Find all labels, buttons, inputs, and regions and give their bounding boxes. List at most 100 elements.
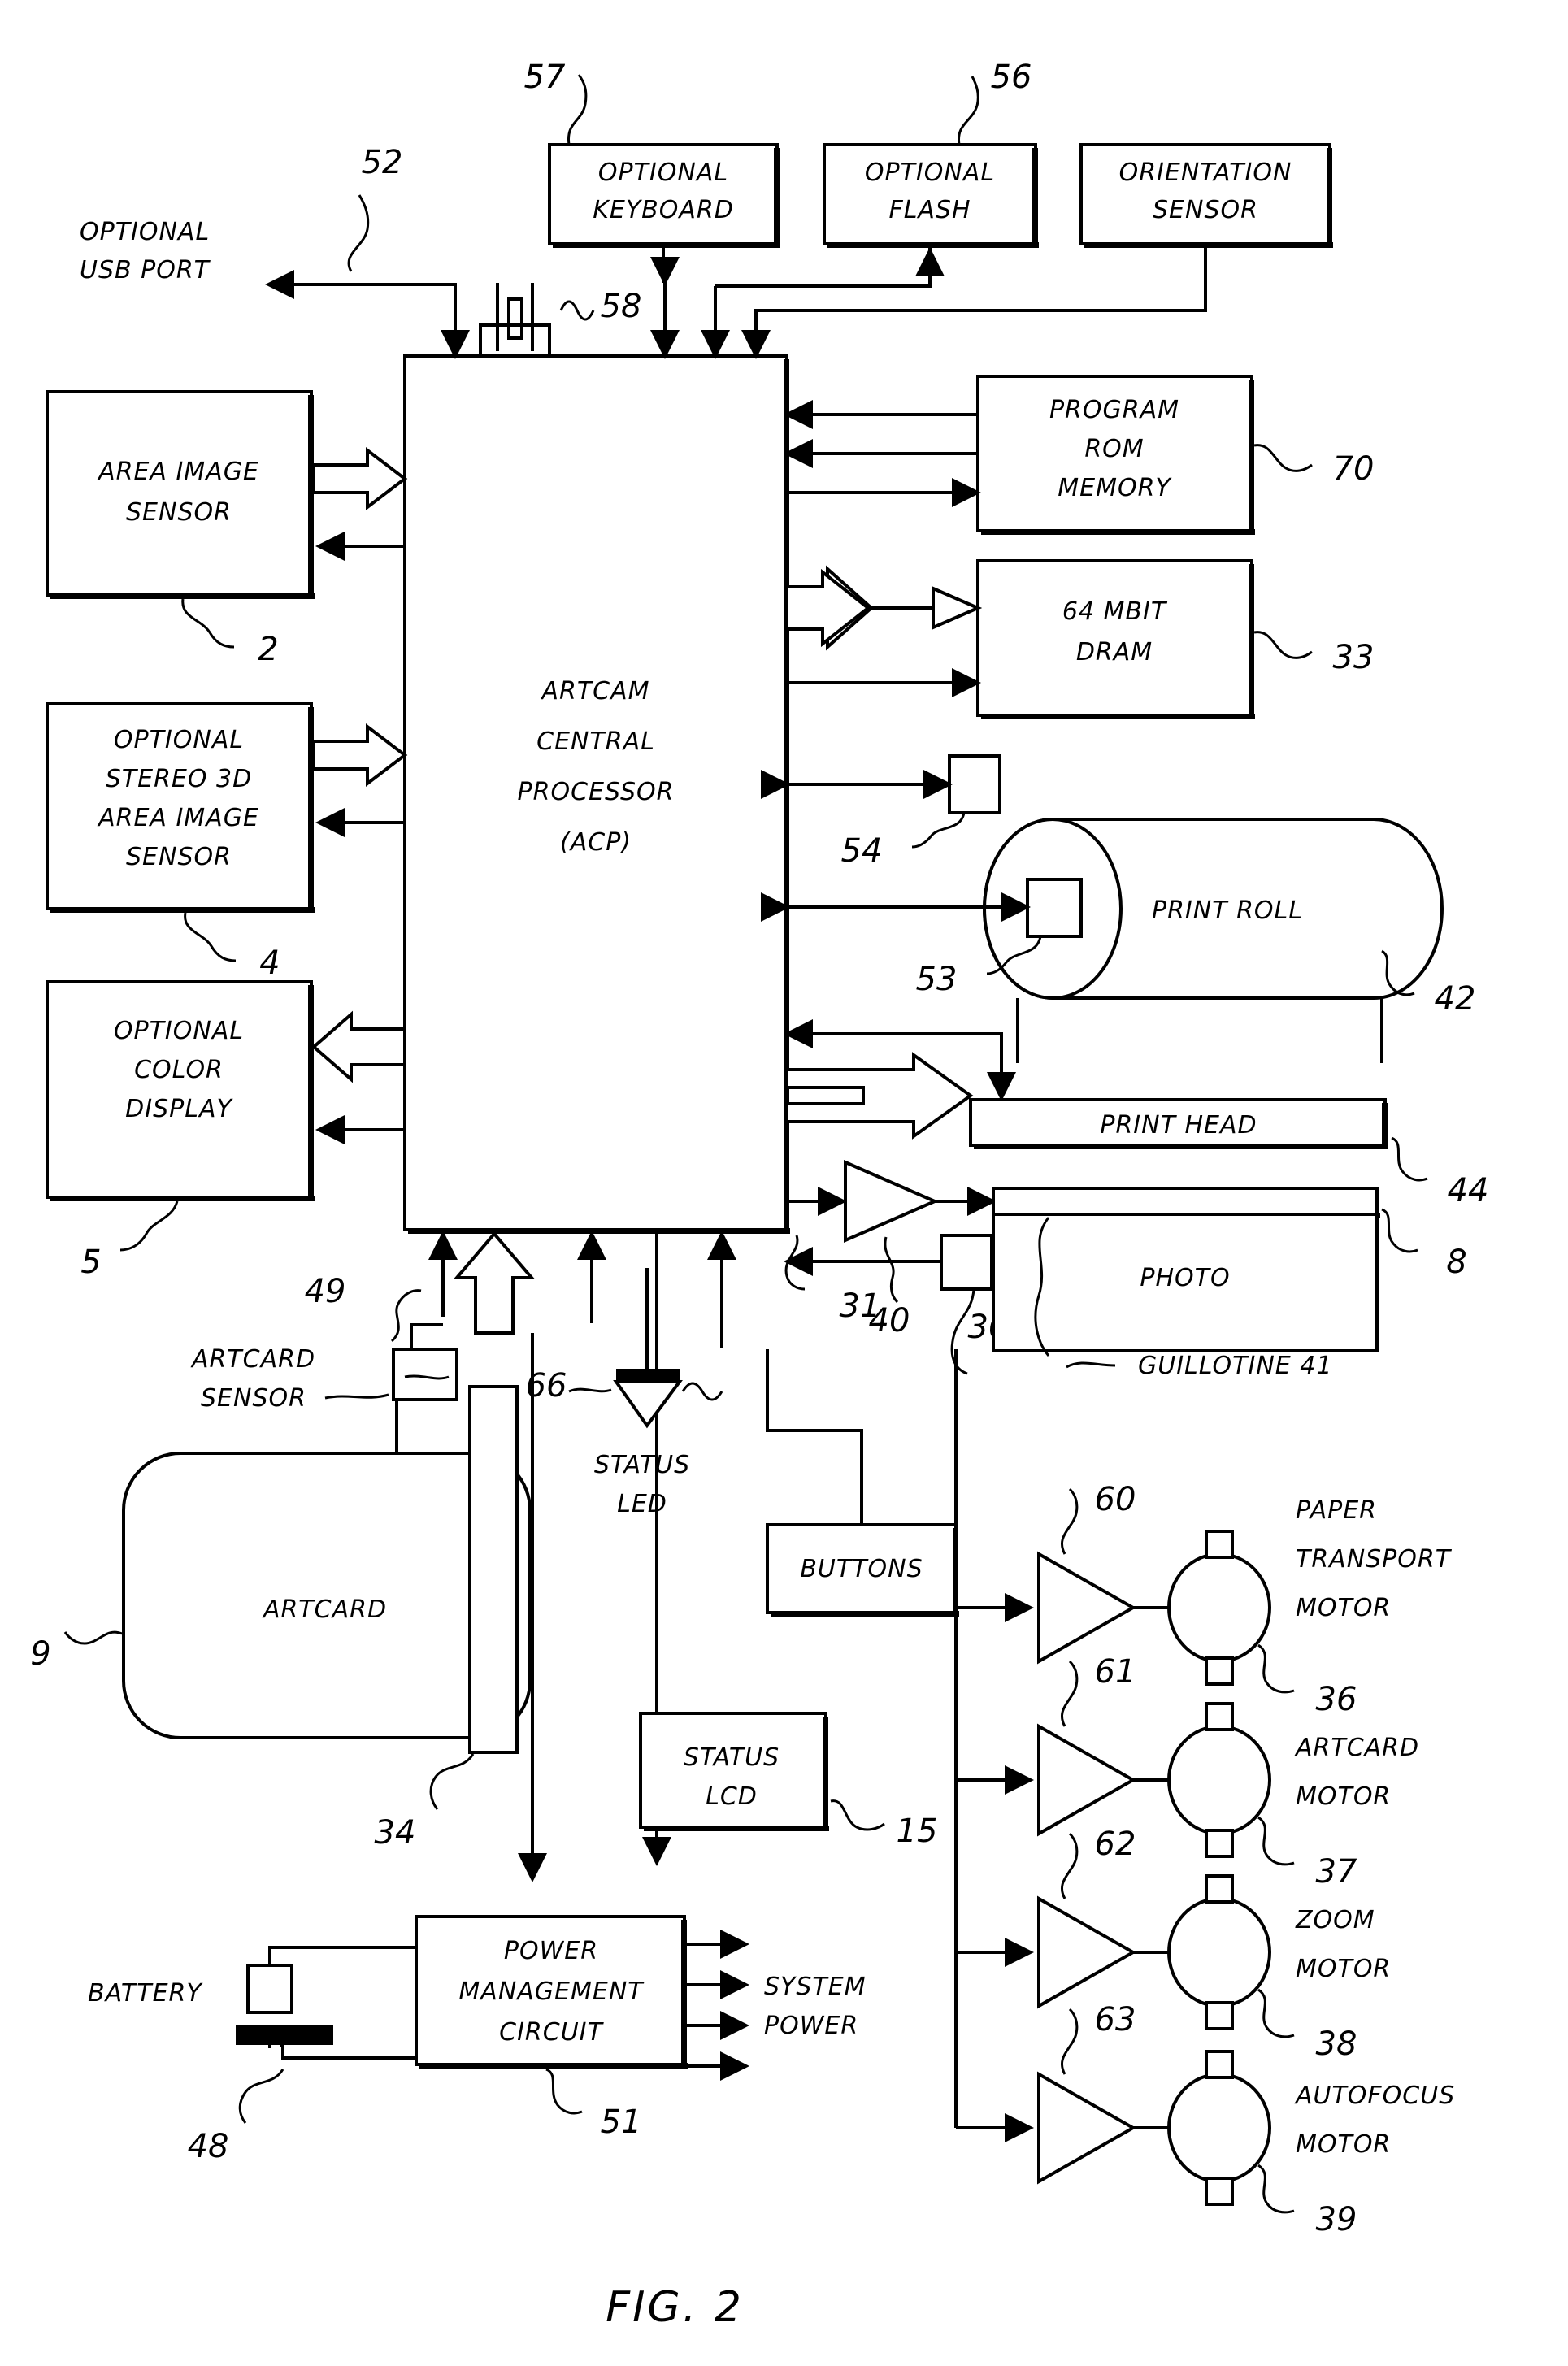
- block-label: ARTCARD: [262, 1595, 387, 1624]
- block-label: PHOTO: [1140, 1264, 1230, 1292]
- block-photo[interactable]: PHOTO: [992, 1213, 1379, 1357]
- bus-acp-dram: [785, 565, 983, 697]
- block-label: OPTIONAL: [114, 726, 244, 754]
- ref-8: 8: [1446, 1244, 1466, 1281]
- guillotine-label: GUILLOTINE 41: [1138, 1352, 1332, 1380]
- motor-paper-transport[interactable]: 60 36 PAPER TRANSPORT MOTOR: [956, 1481, 1453, 1718]
- block-label: MANAGEMENT: [458, 1977, 645, 2006]
- block-label: OPTIONAL: [598, 158, 728, 187]
- artcard-sensor-label: ARTCARD: [190, 1345, 315, 1374]
- battery-label: BATTERY: [88, 1979, 203, 2008]
- bus-stereo-sensor-to-acp: [312, 723, 408, 837]
- block-label: STATUS: [684, 1743, 780, 1772]
- block-label: KEYBOARD: [593, 196, 734, 224]
- block-label: ORIENTATION: [1119, 158, 1292, 187]
- ref-2: 2: [258, 631, 278, 668]
- ref-48: 48: [188, 2128, 229, 2165]
- block-label: OPTIONAL: [114, 1017, 244, 1045]
- bus-acp-to-color-display: [311, 1010, 406, 1144]
- usb-label: OPTIONAL: [80, 218, 210, 246]
- ref-4: 4: [259, 944, 280, 982]
- ref-5: 5: [80, 1244, 101, 1281]
- block-label: SENSOR: [126, 843, 232, 871]
- ref-61: 61: [1095, 1653, 1136, 1691]
- motor-label: MOTOR: [1296, 1594, 1391, 1622]
- media-sensor-54[interactable]: 54: [761, 754, 1001, 870]
- ref-44: 44: [1448, 1172, 1489, 1209]
- block-optional-flash[interactable]: OPTIONAL FLASH 56: [823, 59, 1039, 248]
- block-label: COLOR: [134, 1056, 224, 1084]
- block-orientation-sensor[interactable]: ORIENTATION SENSOR: [1079, 143, 1333, 248]
- ref-38: 38: [1316, 2025, 1357, 2063]
- block-label: SENSOR: [126, 498, 232, 527]
- ref-66: 66: [526, 1367, 567, 1404]
- patent-figure-sheet: OPTIONAL KEYBOARD 57 OPTIONAL FLASH 56 O…: [0, 0, 1568, 2366]
- block-label: POWER: [504, 1937, 598, 1965]
- usb-label: USB PORT: [80, 256, 211, 284]
- block-label: DISPLAY: [125, 1095, 233, 1123]
- artcard-sensor[interactable]: ARTCARD SENSOR 49: [190, 1273, 458, 1413]
- acp-label-line: (ACP): [560, 828, 632, 857]
- ref-49: 49: [305, 1273, 346, 1310]
- acp-label-line: CENTRAL: [536, 727, 655, 756]
- motor-label: ARTCARD: [1294, 1734, 1419, 1762]
- block-label: LCD: [706, 1782, 758, 1811]
- block-area-image-sensor[interactable]: AREA IMAGE SENSOR 2: [46, 390, 315, 668]
- ref-70: 70: [1333, 450, 1375, 488]
- block-artcard[interactable]: ARTCARD 9: [30, 1452, 532, 1739]
- block-label: AREA IMAGE: [97, 458, 259, 486]
- block-buttons[interactable]: BUTTONS: [766, 1349, 959, 1617]
- block-program-rom-memory[interactable]: PROGRAM ROM MEMORY 70: [976, 375, 1375, 535]
- figure-caption: FIG. 2: [606, 2283, 744, 2332]
- block-label: PRINT ROLL: [1152, 896, 1303, 925]
- wires-acp-rom: [784, 400, 981, 507]
- block-label: DRAM: [1076, 638, 1153, 666]
- block-optional-color-display[interactable]: OPTIONAL COLOR DISPLAY 5: [46, 980, 315, 1281]
- artcard-sensor-label: SENSOR: [201, 1384, 306, 1413]
- motor-label: MOTOR: [1296, 1782, 1391, 1811]
- ref-37: 37: [1316, 1853, 1357, 1891]
- ref-39: 39: [1316, 2201, 1357, 2238]
- block-label: FLASH: [888, 196, 971, 224]
- block-label: MEMORY: [1058, 474, 1172, 502]
- block-label: STEREO 3D: [106, 765, 252, 793]
- motor-autofocus[interactable]: 63 39 AUTOFOCUS MOTOR: [954, 2001, 1455, 2238]
- label-guillotine: GUILLOTINE 41: [1066, 1352, 1332, 1380]
- block-status-lcd[interactable]: STATUS LCD 15: [639, 1712, 937, 1850]
- acp-label-line: ARTCAM: [540, 677, 649, 705]
- block-label: 64 MBIT: [1062, 597, 1168, 626]
- ref-42: 42: [1435, 980, 1476, 1018]
- motor-label: PAPER: [1296, 1496, 1377, 1525]
- system-power-outputs: SYSTEM POWER: [687, 1930, 867, 2081]
- ref-9: 9: [30, 1635, 50, 1673]
- bidirectional-arrow-58: 58: [601, 257, 680, 359]
- ref-34: 34: [375, 1814, 416, 1852]
- acp-label-line: PROCESSOR: [518, 778, 675, 806]
- block-64mbit-dram[interactable]: 64 MBIT DRAM 33: [976, 559, 1374, 719]
- block-artcam-central-processor[interactable]: ARTCAM CENTRAL PROCESSOR (ACP) 31: [403, 354, 880, 1325]
- block-label: ROM: [1084, 435, 1144, 463]
- system-power-label: SYSTEM: [764, 1973, 867, 2001]
- block-label: PRINT HEAD: [1100, 1111, 1257, 1140]
- bus-acp-to-print-head: [785, 1052, 974, 1140]
- block-label: BUTTONS: [800, 1555, 923, 1583]
- block-stereo-3d-area-image-sensor[interactable]: OPTIONAL STEREO 3D AREA IMAGE SENSOR 4: [46, 702, 315, 982]
- block-optional-keyboard[interactable]: OPTIONAL KEYBOARD 57: [524, 59, 780, 248]
- wire-usb-to-acp: 52: [265, 144, 470, 359]
- ref-53: 53: [916, 961, 958, 998]
- ref-63: 63: [1095, 2001, 1136, 2038]
- bus-area-sensor-to-acp: [312, 446, 408, 561]
- system-power-label: POWER: [764, 2012, 858, 2040]
- block-power-management-circuit[interactable]: POWER MANAGEMENT CIRCUIT 51: [415, 1915, 688, 2141]
- wire-orientation-to-acp: [741, 248, 1207, 359]
- status-led-label: LED: [617, 1490, 667, 1518]
- motor-label: MOTOR: [1296, 1955, 1391, 1983]
- status-led-label: STATUS: [594, 1451, 690, 1479]
- ref-52: 52: [362, 144, 403, 181]
- ref-60: 60: [1095, 1481, 1136, 1518]
- block-label: AREA IMAGE: [97, 804, 259, 832]
- ref-36: 36: [1316, 1681, 1357, 1718]
- ref-40: 40: [869, 1302, 910, 1339]
- battery-48: BATTERY 48: [88, 1946, 416, 2165]
- block-label: OPTIONAL: [865, 158, 995, 187]
